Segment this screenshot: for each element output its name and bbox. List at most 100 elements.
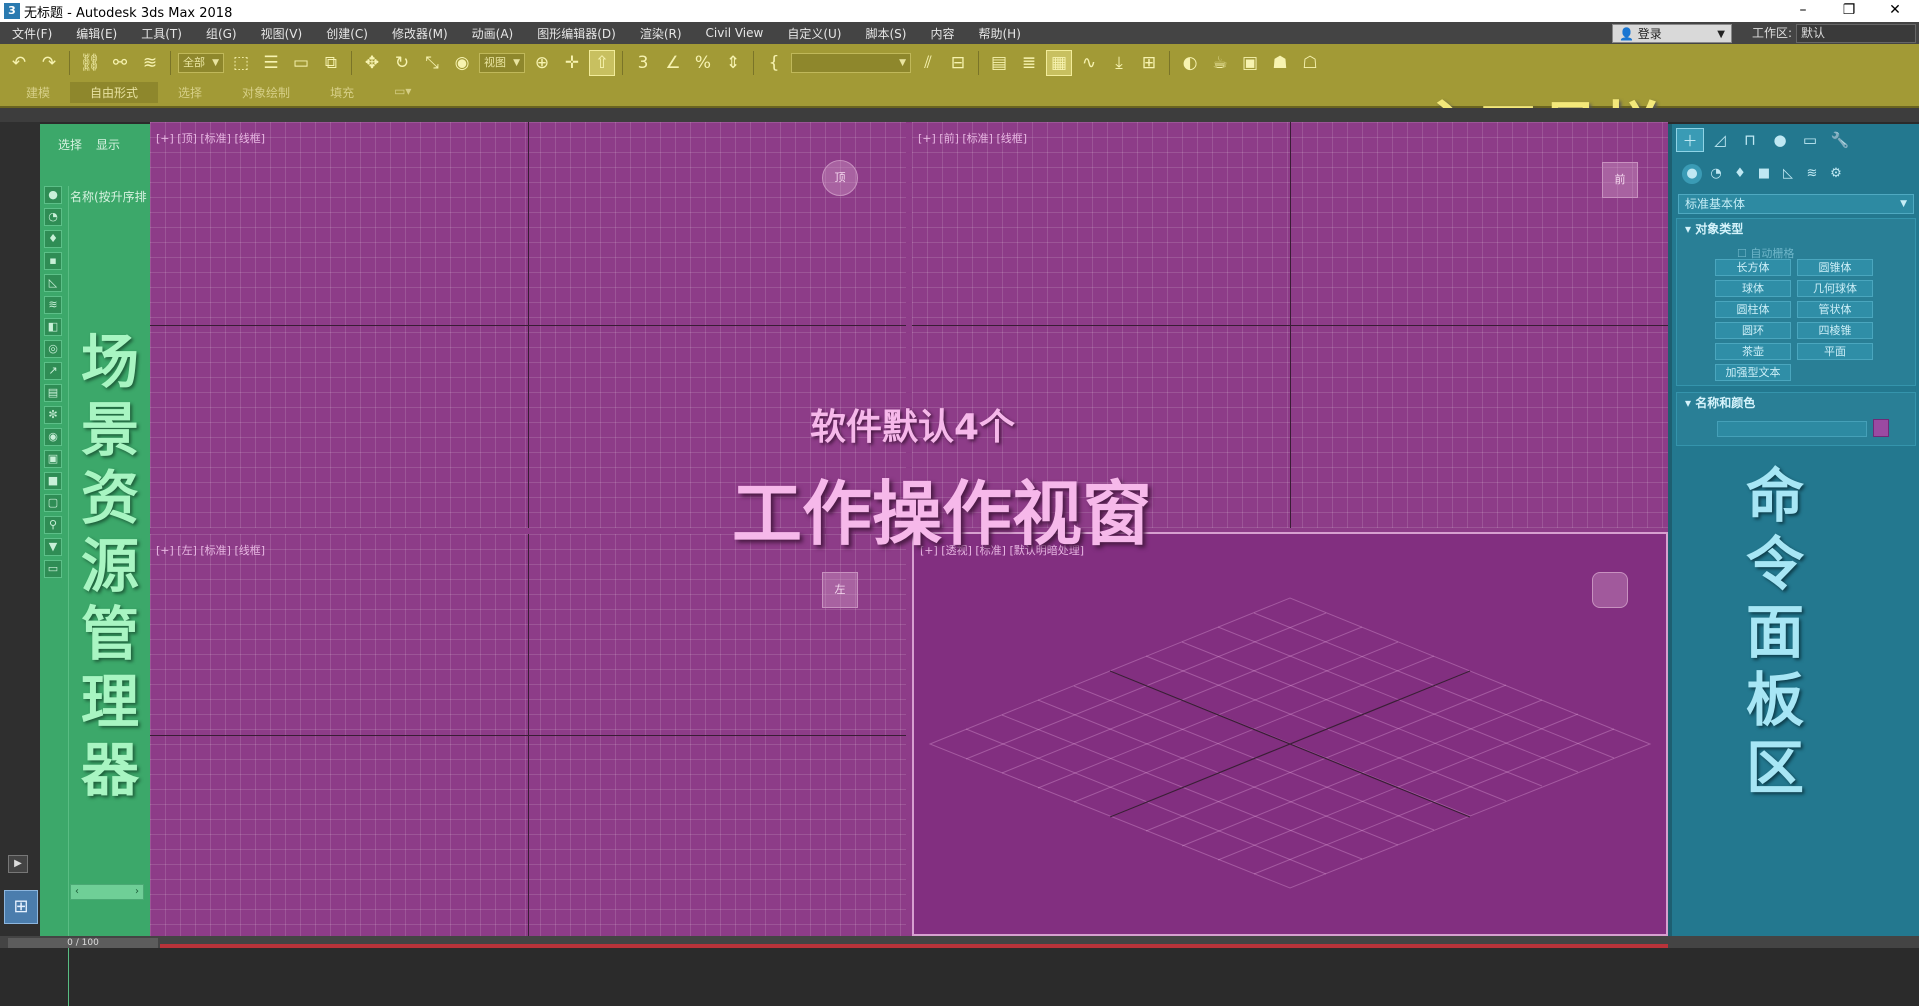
menu-scripting[interactable]: 脚本(S): [853, 25, 918, 42]
window-crossing-icon[interactable]: ⧉: [318, 50, 344, 76]
menu-tools[interactable]: 工具(T): [129, 25, 194, 42]
track-bar[interactable]: [160, 944, 1668, 948]
viewcube[interactable]: [1592, 572, 1628, 608]
sign-in-dropdown[interactable]: 👤 登录 ▼: [1612, 24, 1732, 43]
menu-civil-view[interactable]: Civil View: [694, 26, 776, 40]
invert-display-icon[interactable]: ▢: [44, 494, 62, 512]
horizontal-scrollbar[interactable]: ‹ ›: [70, 884, 144, 900]
plane-button[interactable]: 平面: [1797, 343, 1873, 360]
menu-graph-editors[interactable]: 图形编辑器(D): [525, 25, 628, 42]
layer-icon[interactable]: ▭: [44, 560, 62, 578]
groups-filter-icon[interactable]: ◧: [44, 318, 62, 336]
dope-sheet-icon[interactable]: ⤓: [1106, 50, 1132, 76]
bones-filter-icon[interactable]: ↗: [44, 362, 62, 380]
snap-icon[interactable]: 3: [630, 50, 656, 76]
menu-customize[interactable]: 自定义(U): [775, 25, 853, 42]
ribbon-icon[interactable]: ▦: [1046, 50, 1072, 76]
move-icon[interactable]: ✥: [359, 50, 385, 76]
shapes-icon[interactable]: ◔: [1706, 164, 1726, 184]
frozen-filter-icon[interactable]: ✼: [44, 406, 62, 424]
workspace-select[interactable]: 默认: [1796, 24, 1916, 43]
rollout-header[interactable]: ▾ 名称和颜色: [1677, 393, 1915, 413]
render-frame-icon[interactable]: ▣: [1237, 50, 1263, 76]
hierarchy-tab-icon[interactable]: ⊓: [1736, 128, 1764, 152]
viewport-label[interactable]: [+] [前] [标准] [线框]: [918, 130, 1027, 146]
text-plus-button[interactable]: 加强型文本: [1715, 364, 1791, 381]
modify-tab-icon[interactable]: ◿: [1706, 128, 1734, 152]
display-all-icon[interactable]: ▣: [44, 450, 62, 468]
ribbon-tab-object-paint[interactable]: 对象绘制: [222, 82, 310, 103]
unlink-icon[interactable]: ⚯: [107, 50, 133, 76]
link-icon[interactable]: ⛓: [77, 50, 103, 76]
filter-icon[interactable]: ▼: [44, 538, 62, 556]
render-iterative-icon[interactable]: ☖: [1297, 50, 1323, 76]
cameras-filter-icon[interactable]: ▪: [44, 252, 62, 270]
ribbon-tab-populate[interactable]: 填充: [310, 82, 374, 103]
sphere-button[interactable]: 球体: [1715, 280, 1791, 297]
hidden-filter-icon[interactable]: ◉: [44, 428, 62, 446]
display-tab-icon[interactable]: ▭: [1796, 128, 1824, 152]
spinner-snap-icon[interactable]: ⇕: [720, 50, 746, 76]
menu-views[interactable]: 视图(V): [249, 25, 315, 42]
mirror-icon[interactable]: ⫽: [915, 50, 941, 76]
object-color-swatch[interactable]: [1873, 419, 1889, 437]
menu-create[interactable]: 创建(C): [314, 25, 380, 42]
layer-explorer-icon[interactable]: ▤: [986, 50, 1012, 76]
helpers-filter-icon[interactable]: ◺: [44, 274, 62, 292]
scale-icon[interactable]: ⤡: [419, 50, 445, 76]
utilities-tab-icon[interactable]: 🔧: [1826, 128, 1854, 152]
create-tab-icon[interactable]: ＋: [1676, 128, 1704, 152]
percent-snap-icon[interactable]: %: [690, 50, 716, 76]
cameras-icon[interactable]: ■: [1754, 164, 1774, 184]
curve-editor-icon[interactable]: ∿: [1076, 50, 1102, 76]
undo-icon[interactable]: ↶: [6, 50, 32, 76]
teapot-button[interactable]: 茶壶: [1715, 343, 1791, 360]
pyramid-button[interactable]: 四棱锥: [1797, 322, 1873, 339]
display-none-icon[interactable]: ■: [44, 472, 62, 490]
viewcube[interactable]: 前: [1602, 162, 1638, 198]
box-button[interactable]: 长方体: [1715, 259, 1791, 276]
rotate-icon[interactable]: ↻: [389, 50, 415, 76]
xrefs-filter-icon[interactable]: ◎: [44, 340, 62, 358]
render-icon[interactable]: ☗: [1267, 50, 1293, 76]
menu-file[interactable]: 文件(F): [0, 25, 64, 42]
rect-region-icon[interactable]: ▭: [288, 50, 314, 76]
material-editor-icon[interactable]: ◐: [1177, 50, 1203, 76]
selection-filter-select[interactable]: 全部 ▼: [178, 53, 224, 73]
toggle-scene-explorer-icon[interactable]: ≣: [1016, 50, 1042, 76]
time-slider[interactable]: 0 / 100: [8, 938, 158, 948]
geometry-icon[interactable]: ●: [1682, 164, 1702, 184]
lights-filter-icon[interactable]: ♦: [44, 230, 62, 248]
menu-modifiers[interactable]: 修改器(M): [380, 25, 460, 42]
select-object-icon[interactable]: ⬚: [228, 50, 254, 76]
viewport-label[interactable]: [+] [左] [标准] [线框]: [156, 542, 265, 558]
ribbon-tab-freeform[interactable]: 自由形式: [70, 82, 159, 103]
menu-content[interactable]: 内容: [918, 25, 966, 42]
ribbon-tab-selection[interactable]: 选择: [158, 82, 222, 103]
helpers-icon[interactable]: ◺: [1778, 164, 1798, 184]
select-manipulate-icon[interactable]: ✛: [559, 50, 585, 76]
spacewarps-icon[interactable]: ≋: [1802, 164, 1822, 184]
shapes-filter-icon[interactable]: ◔: [44, 208, 62, 226]
object-name-input[interactable]: [1717, 421, 1867, 437]
viewport-layout-tab-icon[interactable]: ⊞: [4, 890, 38, 924]
restore-button[interactable]: ❐: [1826, 0, 1872, 22]
ribbon-options-icon[interactable]: ▭▾: [374, 82, 431, 103]
viewport-perspective[interactable]: [+] [透视] [标准] [默认明暗处理]: [912, 532, 1668, 936]
object-category-select[interactable]: 标准基本体 ▼: [1678, 194, 1914, 214]
viewport-label[interactable]: [+] [顶] [标准] [线框]: [156, 130, 265, 146]
reference-coord-select[interactable]: 视图 ▼: [479, 53, 525, 73]
viewcube[interactable]: 顶: [822, 160, 858, 196]
menu-edit[interactable]: 编辑(E): [64, 25, 129, 42]
minimize-button[interactable]: –: [1780, 0, 1826, 22]
spacewarps-filter-icon[interactable]: ≋: [44, 296, 62, 314]
align-icon[interactable]: ⊟: [945, 50, 971, 76]
geometry-filter-icon[interactable]: ●: [44, 186, 62, 204]
tube-button[interactable]: 管状体: [1797, 301, 1873, 318]
rollout-header[interactable]: ▾ 对象类型: [1677, 219, 1915, 239]
menu-animation[interactable]: 动画(A): [460, 25, 526, 42]
pivot-icon[interactable]: ⊕: [529, 50, 555, 76]
menu-group[interactable]: 组(G): [194, 25, 249, 42]
lights-icon[interactable]: ♦: [1730, 164, 1750, 184]
menu-rendering[interactable]: 渲染(R): [628, 25, 694, 42]
